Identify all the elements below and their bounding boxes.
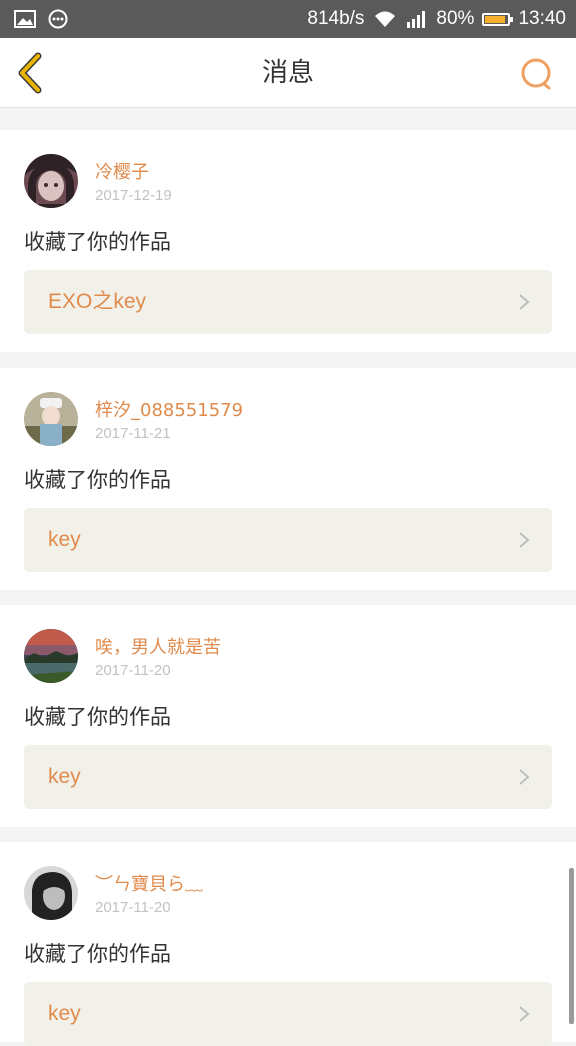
chevron-right-icon bbox=[519, 532, 530, 548]
chevron-right-icon bbox=[519, 294, 530, 310]
notification-action: 收藏了你的作品 bbox=[24, 230, 171, 254]
battery-level bbox=[485, 15, 505, 23]
user-name[interactable]: 梓汐_088551579 bbox=[95, 396, 243, 422]
work-link[interactable]: key bbox=[24, 982, 552, 1046]
image-icon bbox=[14, 10, 36, 28]
signal-icon bbox=[407, 11, 426, 28]
work-title: key bbox=[48, 1002, 81, 1025]
user-name[interactable]: ︶ㄣ寶貝ら﹏ bbox=[95, 870, 203, 896]
battery-icon bbox=[482, 12, 514, 26]
notification-card: 梓汐_088551579 2017-11-21 收藏了你的作品 key bbox=[0, 368, 576, 590]
user-name[interactable]: 唉，男人就是苦 bbox=[95, 633, 221, 659]
work-link[interactable]: key bbox=[24, 508, 552, 572]
notification-date: 2017-11-20 bbox=[95, 662, 171, 679]
wifi-icon bbox=[375, 11, 396, 27]
search-button[interactable] bbox=[520, 57, 554, 91]
avatar[interactable] bbox=[24, 392, 78, 446]
notification-date: 2017-11-21 bbox=[95, 425, 171, 442]
work-link[interactable]: key bbox=[24, 745, 552, 809]
status-right: 814b/s 80% 13:40 bbox=[307, 0, 566, 38]
page-title: 消息 bbox=[261, 58, 314, 88]
notification-action: 收藏了你的作品 bbox=[24, 942, 171, 966]
notification-card: ︶ㄣ寶貝ら﹏ 2017-11-20 收藏了你的作品 key bbox=[0, 842, 576, 1046]
work-title: key bbox=[48, 528, 81, 551]
notification-card: 唉，男人就是苦 2017-11-20 收藏了你的作品 key bbox=[0, 605, 576, 827]
search-icon bbox=[521, 58, 551, 90]
notification-date: 2017-11-20 bbox=[95, 899, 171, 916]
notification-action: 收藏了你的作品 bbox=[24, 705, 171, 729]
status-bar: 814b/s 80% 13:40 bbox=[0, 0, 576, 38]
notification-action: 收藏了你的作品 bbox=[24, 468, 171, 492]
work-link[interactable]: EXO之key bbox=[24, 270, 552, 334]
work-title: key bbox=[48, 765, 81, 788]
clock: 13:40 bbox=[518, 8, 566, 29]
notification-card: 冷樱子 2017-12-19 收藏了你的作品 EXO之key bbox=[0, 130, 576, 352]
top-nav-bar: 消息 bbox=[0, 38, 576, 108]
avatar[interactable] bbox=[24, 629, 78, 683]
status-left-icons bbox=[14, 9, 68, 29]
avatar[interactable] bbox=[24, 154, 78, 208]
message-icon bbox=[48, 9, 68, 29]
net-speed: 814b/s bbox=[307, 8, 365, 29]
battery-percent: 80% bbox=[436, 8, 475, 29]
scrollbar[interactable] bbox=[569, 868, 574, 1024]
user-name[interactable]: 冷樱子 bbox=[95, 158, 149, 184]
avatar[interactable] bbox=[24, 866, 78, 920]
chevron-right-icon bbox=[519, 1006, 530, 1022]
chevron-right-icon bbox=[519, 769, 530, 785]
notification-date: 2017-12-19 bbox=[95, 187, 172, 204]
work-title: EXO之key bbox=[48, 290, 147, 313]
